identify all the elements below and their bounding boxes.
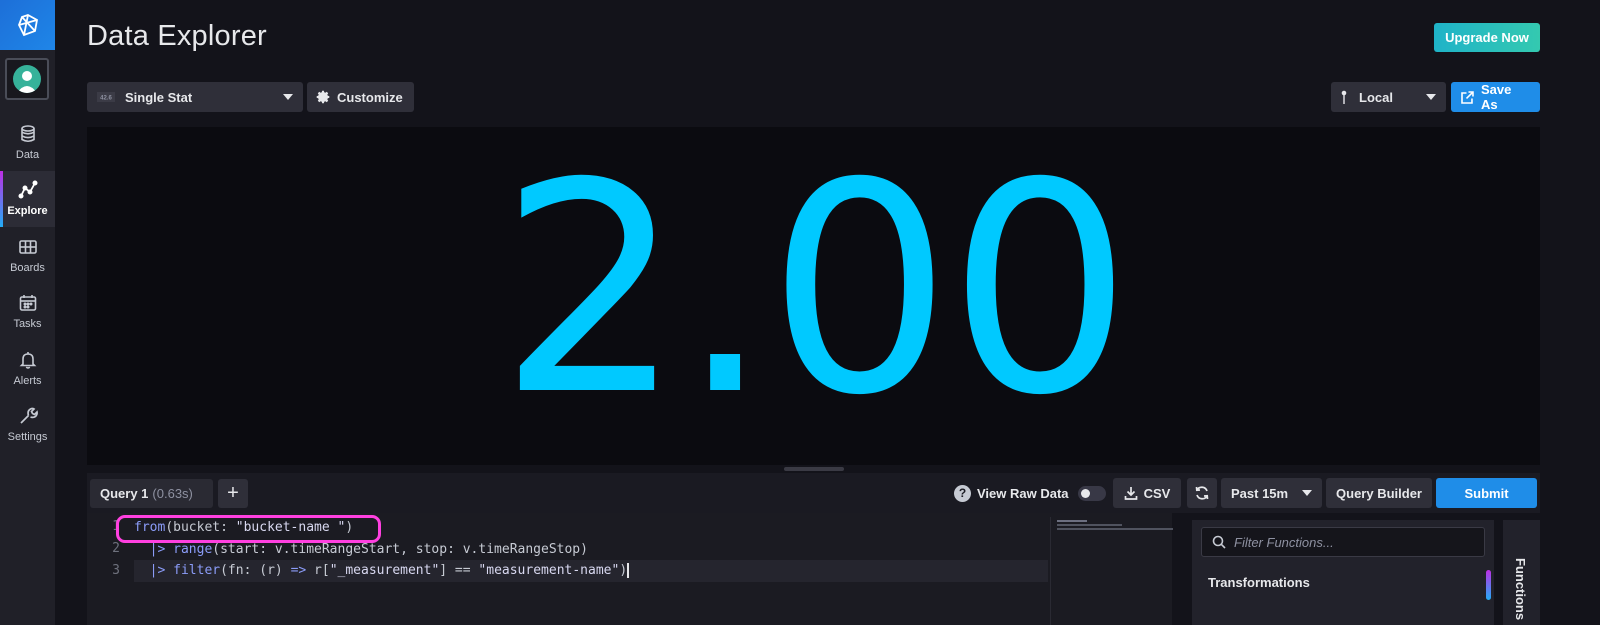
sidebar-item-label: Boards: [10, 261, 45, 274]
wrench-icon: [19, 407, 38, 424]
add-query-button[interactable]: +: [218, 479, 248, 508]
sidebar-item-explore[interactable]: Explore: [0, 170, 55, 227]
code-token-arrow: =>: [290, 563, 307, 578]
csv-download-button[interactable]: CSV: [1113, 478, 1181, 508]
stat-value: 2.00: [498, 122, 1133, 459]
code-token-indent: [134, 563, 150, 578]
customize-button[interactable]: Customize: [307, 82, 414, 112]
sidebar-item-label: Explore: [7, 205, 48, 218]
download-icon: [1124, 487, 1137, 500]
panel-resize-handle[interactable]: [784, 467, 844, 471]
search-icon: [1212, 535, 1226, 549]
code-token-string: "_measurement": [329, 563, 440, 578]
single-stat-visualization: 2.00: [87, 127, 1540, 465]
filter-functions-input[interactable]: [1234, 534, 1474, 550]
sidebar-item-tasks[interactable]: Tasks: [0, 284, 55, 341]
time-range-dropdown[interactable]: Past 15m: [1221, 478, 1322, 508]
customize-label: Customize: [337, 89, 403, 105]
query-builder-button[interactable]: Query Builder: [1326, 478, 1432, 508]
query-tab-duration: (0.63s): [152, 486, 193, 501]
avatar: [13, 65, 41, 93]
functions-scrollbar[interactable]: [1486, 570, 1491, 600]
sidebar-item-label: Tasks: [13, 318, 42, 331]
minimap-line: [1057, 524, 1122, 526]
single-stat-thumbnail-icon: 42.6: [97, 92, 115, 102]
code-token-function: range: [173, 542, 213, 557]
view-raw-data-label: View Raw Data: [977, 485, 1069, 501]
grid-icon: [18, 239, 37, 254]
timezone-label: Local: [1359, 89, 1393, 105]
caret-down-icon: [1302, 490, 1312, 496]
query-tab-1[interactable]: Query 1 (0.63s): [90, 479, 213, 508]
sidebar-item-data[interactable]: Data: [0, 114, 55, 171]
code-token-pipe: |>: [149, 542, 166, 557]
visualization-type-label: Single Stat: [125, 89, 193, 105]
export-icon: [1461, 90, 1474, 104]
time-range-label: Past 15m: [1231, 485, 1289, 501]
functions-tab-label: Functions: [1513, 558, 1528, 621]
view-raw-data-toggle[interactable]: [1077, 485, 1106, 501]
code-token: r[: [306, 563, 330, 578]
pin-icon: [1341, 90, 1347, 104]
code-token-pipe: |>: [149, 563, 166, 578]
upgrade-now-button[interactable]: Upgrade Now: [1434, 23, 1540, 52]
code-token: (start: v.timeRangeStart, stop: v.timeRa…: [212, 542, 588, 557]
line-number: 3: [112, 563, 120, 578]
code-token-indent: [134, 542, 150, 557]
editor-minimap[interactable]: [1050, 517, 1173, 625]
influx-logo[interactable]: [0, 0, 55, 50]
visualization-type-dropdown[interactable]: 42.6 Single Stat: [87, 82, 303, 112]
user-avatar-button[interactable]: [5, 58, 49, 100]
query-tab-label: Query 1: [100, 486, 149, 501]
cube-logo-icon: [17, 14, 38, 37]
view-raw-data-control: ? View Raw Data: [954, 481, 1106, 505]
sidebar-item-boards[interactable]: Boards: [0, 227, 55, 284]
sidebar-item-label: Settings: [7, 431, 48, 444]
code-token: (fn: (r): [220, 563, 291, 578]
function-category-transformations[interactable]: Transformations: [1208, 575, 1310, 590]
bell-icon: [19, 351, 36, 369]
page-title: Data Explorer: [87, 20, 267, 52]
code-token-string: "measurement-name": [478, 563, 620, 578]
annotation-highlight-ring: [116, 515, 381, 543]
sidebar-item-label: Data: [15, 148, 40, 161]
sidebar-item-settings[interactable]: Settings: [0, 397, 55, 454]
query-bar: [87, 473, 1540, 513]
save-as-button[interactable]: Save As: [1451, 82, 1540, 112]
filter-functions-search[interactable]: [1201, 527, 1485, 557]
caret-down-icon: [283, 94, 293, 100]
sidebar-item-alerts[interactable]: Alerts: [0, 340, 55, 397]
calendar-icon: [19, 295, 36, 312]
code-line-current[interactable]: |> filter(fn: (r) => r["_measurement"] =…: [134, 560, 1048, 582]
text-cursor: [627, 563, 629, 578]
caret-down-icon: [1426, 94, 1436, 100]
minimap-line: [1057, 520, 1087, 522]
app-root: Data Explore Boards Tasks Alerts Setting…: [0, 0, 1600, 625]
sidebar: Data Explore Boards Tasks Alerts Setting…: [0, 0, 55, 625]
submit-button[interactable]: Submit: [1436, 478, 1537, 508]
minimap-line: [1057, 528, 1173, 530]
svg-text:42.6: 42.6: [100, 96, 112, 102]
sidebar-item-label: Alerts: [13, 374, 42, 387]
line-number: 2: [112, 541, 120, 556]
code-token-function: filter: [173, 563, 221, 578]
code-token: ] ==: [439, 563, 479, 578]
csv-label: CSV: [1143, 485, 1171, 501]
database-icon: [20, 124, 35, 142]
question-mark-icon[interactable]: ?: [954, 484, 971, 502]
user-icon: [17, 71, 37, 93]
gear-icon: [316, 90, 330, 104]
code-token: ): [619, 563, 628, 578]
graph-icon: [17, 180, 37, 199]
save-as-label: Save As: [1480, 82, 1512, 112]
refresh-button[interactable]: [1187, 478, 1217, 508]
timezone-dropdown[interactable]: Local: [1331, 82, 1446, 112]
refresh-icon: [1195, 486, 1209, 500]
sidebar-nav: Data Explore Boards Tasks Alerts Setting…: [0, 114, 55, 453]
